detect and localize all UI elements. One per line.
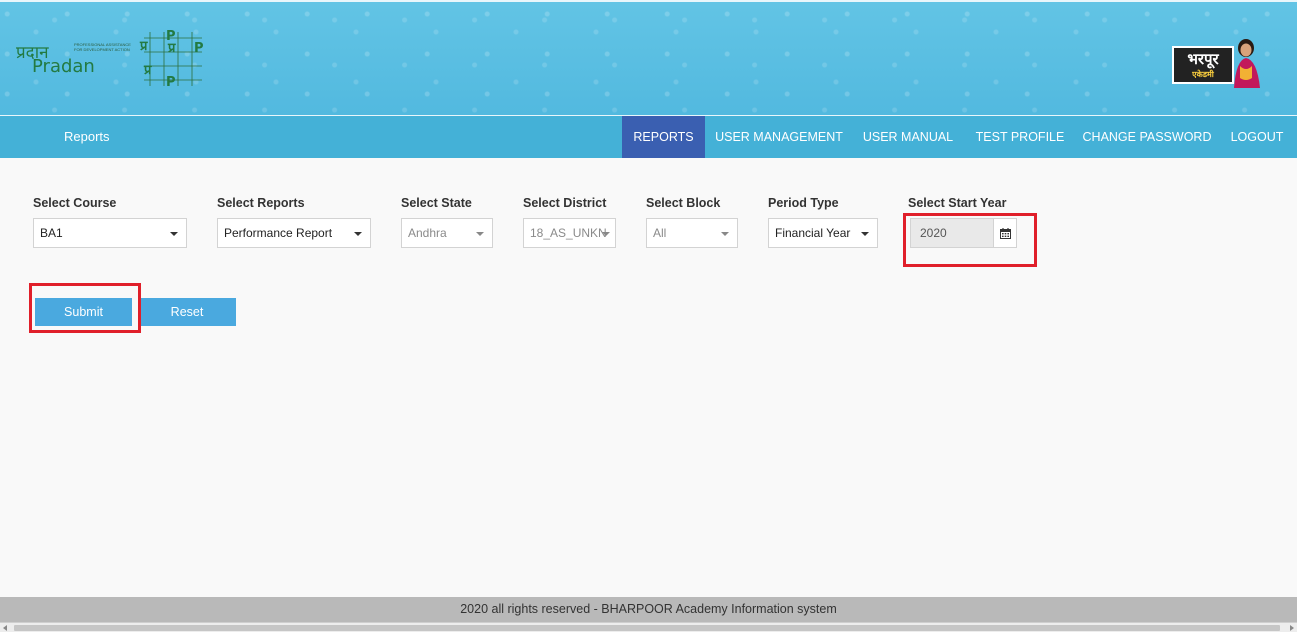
caret-down-icon bbox=[602, 232, 610, 236]
woman-illustration-icon bbox=[1234, 39, 1260, 88]
district-select[interactable]: 18_AS_UNKN bbox=[523, 218, 616, 248]
nav-user-manual[interactable]: USER MANUAL bbox=[858, 116, 958, 158]
district-select-value: 18_AS_UNKN bbox=[530, 226, 607, 240]
nav-logout[interactable]: LOGOUT bbox=[1226, 116, 1288, 158]
scroll-left-arrow-icon[interactable] bbox=[3, 625, 7, 631]
footer: 2020 all rights reserved - BHARPOOR Acad… bbox=[0, 597, 1297, 622]
top-navbar: Reports REPORTS USER MANAGEMENT USER MAN… bbox=[0, 116, 1297, 158]
reports-label: Select Reports bbox=[217, 196, 305, 210]
state-select-value: Andhra bbox=[408, 226, 447, 240]
district-label: Select District bbox=[523, 196, 607, 210]
period-type-label: Period Type bbox=[768, 196, 839, 210]
ppp-letter-1: प्र bbox=[139, 39, 148, 54]
block-select[interactable]: All bbox=[646, 218, 738, 248]
ppp-letter-4: P bbox=[194, 41, 204, 56]
caret-down-icon bbox=[861, 232, 869, 236]
bharpoor-logo-subtitle: एकेडमी bbox=[1192, 70, 1214, 79]
ppp-logo: प्र P प्र P प्र P bbox=[136, 28, 210, 90]
start-year-label: Select Start Year bbox=[908, 196, 1007, 210]
header-banner: प्रदान Pradan PROFESSIONAL ASSISTANCE FO… bbox=[0, 0, 1297, 116]
nav-change-password[interactable]: CHANGE PASSWORD bbox=[1080, 116, 1214, 158]
state-select[interactable]: Andhra bbox=[401, 218, 493, 248]
navbar-brand[interactable]: Reports bbox=[64, 116, 110, 158]
ppp-letter-6: P bbox=[166, 75, 176, 90]
reports-select-value: Performance Report bbox=[224, 226, 333, 240]
bharpoor-logo-title: भरपूर bbox=[1187, 50, 1219, 68]
submit-highlight-box bbox=[29, 283, 141, 333]
block-label: Select Block bbox=[646, 196, 721, 210]
nav-test-profile[interactable]: TEST PROFILE bbox=[970, 116, 1070, 158]
pradan-logo-tagline: PROFESSIONAL ASSISTANCE FOR DEVELOPMENT … bbox=[74, 42, 131, 52]
pradan-logo: प्रदान Pradan PROFESSIONAL ASSISTANCE FO… bbox=[16, 40, 136, 84]
bharpoor-logo: भरपूर एकेडमी bbox=[1172, 38, 1262, 90]
pradan-logo-name: Pradan bbox=[32, 56, 95, 77]
course-select-value: BA1 bbox=[40, 226, 63, 240]
bharpoor-logo-box: भरपूर एकेडमी bbox=[1172, 46, 1234, 84]
reset-button[interactable]: Reset bbox=[138, 298, 236, 326]
caret-down-icon bbox=[354, 232, 362, 236]
state-label: Select State bbox=[401, 196, 472, 210]
start-year-highlight-box bbox=[903, 213, 1037, 267]
course-select[interactable]: BA1 bbox=[33, 218, 187, 248]
nav-user-management[interactable]: USER MANAGEMENT bbox=[710, 116, 848, 158]
course-label: Select Course bbox=[33, 196, 117, 210]
nav-reports[interactable]: REPORTS bbox=[622, 116, 705, 158]
caret-down-icon bbox=[721, 232, 729, 236]
ppp-letter-5: प्र bbox=[143, 63, 152, 78]
scrollbar-thumb[interactable] bbox=[14, 625, 1280, 631]
caret-down-icon bbox=[476, 232, 484, 236]
period-type-select-value: Financial Year bbox=[775, 226, 851, 240]
horizontal-scrollbar[interactable] bbox=[0, 622, 1297, 632]
reports-select[interactable]: Performance Report bbox=[217, 218, 371, 248]
ppp-letter-3: प्र bbox=[167, 41, 176, 56]
caret-down-icon bbox=[170, 232, 178, 236]
period-type-select[interactable]: Financial Year bbox=[768, 218, 878, 248]
block-select-value: All bbox=[653, 226, 667, 240]
scroll-right-arrow-icon[interactable] bbox=[1290, 625, 1294, 631]
